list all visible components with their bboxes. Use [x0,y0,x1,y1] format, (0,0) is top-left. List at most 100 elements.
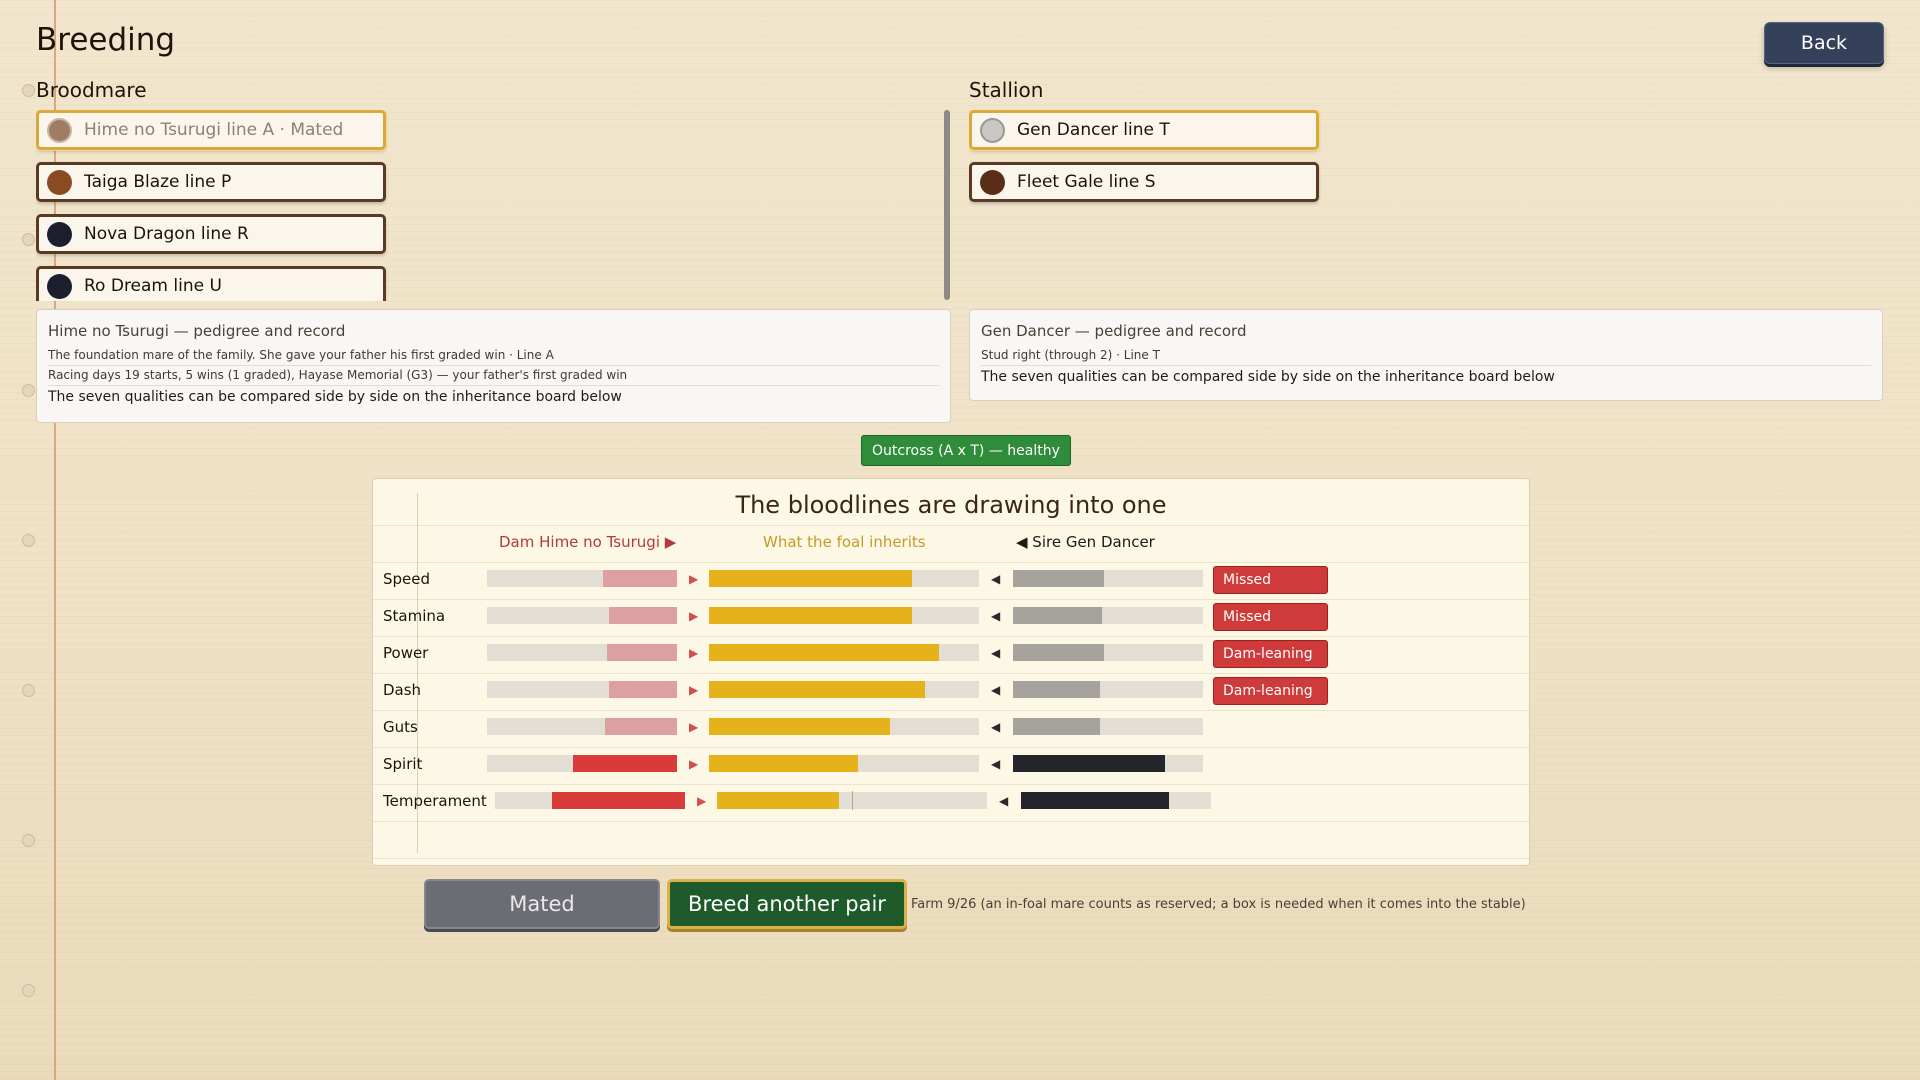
mated-button[interactable]: Mated [424,879,660,929]
broodmare-name: Hime no Tsurugi line A · Mated [84,120,344,140]
foal-stat-bar [709,681,979,698]
dam-pedigree-line: Racing days 19 starts, 5 wins (1 graded)… [48,366,939,386]
outcross-badge: Outcross (A x T) — healthy [861,435,1071,466]
stat-label: Temperament [383,792,487,810]
sire-column-heading: ◀ Sire Gen Dancer [1016,533,1155,551]
arrow-left-icon: ◀ [991,683,1001,697]
arrow-right-icon: ▶ [689,683,699,697]
foal-stat-fill [709,681,925,698]
dam-stat-fill [606,644,677,661]
dam-stat-bar [487,718,677,735]
dam-stat-fill [608,681,677,698]
broodmare-card[interactable]: Nova Dragon line R [36,214,386,254]
sire-stat-bar [1013,718,1203,735]
breed-another-pair-button[interactable]: Breed another pair [667,879,907,929]
arrow-left-icon: ◀ [991,646,1001,660]
inheritance-status-tag: Missed [1213,566,1328,594]
sire-stat-bar [1013,755,1203,772]
stallion-list[interactable]: Gen Dancer line T Fleet Gale line S [969,110,1339,301]
dam-pedigree-line: The foundation mare of the family. She g… [48,346,939,366]
stallion-name: Fleet Gale line S [1017,172,1156,192]
broodmare-scrollbar[interactable] [944,110,950,300]
notebook-hole [22,834,35,847]
dam-stat-fill [572,755,677,772]
sire-stat-fill [1013,570,1105,587]
dam-stat-bar [487,681,677,698]
arrow-right-icon: ▶ [697,794,707,808]
dam-column-heading: Dam Hime no Tsurugi ▶ [499,533,677,551]
sire-stat-bar [1013,607,1203,624]
foal-column-heading: What the foal inherits [763,533,926,551]
stat-label: Speed [383,570,431,588]
stat-row: Dash ▶ ◀ Dam-leaning [383,677,1513,705]
stallion-name: Gen Dancer line T [1017,120,1170,140]
sire-stat-fill [1013,755,1165,772]
arrow-right-icon: ▶ [689,757,699,771]
stat-label: Power [383,644,429,662]
stallion-label: Stallion [969,78,1044,102]
board-title: The bloodlines are drawing into one [735,491,1167,519]
broodmare-label: Broodmare [36,78,147,102]
stat-label: Dash [383,681,422,699]
stallion-card[interactable]: Fleet Gale line S [969,162,1319,202]
sire-pedigree-heading: Gen Dancer — pedigree and record [981,322,1247,340]
notebook-hole [22,984,35,997]
scrollbar-thumb[interactable] [944,110,950,300]
arrow-left-icon: ◀ [991,720,1001,734]
arrow-right-icon: ▶ [689,609,699,623]
notebook-hole [22,384,35,397]
broodmare-name: Ro Dream line U [84,276,222,296]
dam-stat-fill [602,570,677,587]
foal-stat-fill [709,718,890,735]
foal-stat-bar [709,718,979,735]
arrow-left-icon: ◀ [991,757,1001,771]
foal-stat-bar [709,570,979,587]
foal-stat-fill [717,792,839,809]
broodmare-name: Taiga Blaze line P [84,172,232,192]
stat-label: Guts [383,718,418,736]
dam-stat-bar [487,607,677,624]
coat-color-icon [47,273,72,299]
foal-stat-bar [717,791,987,810]
dam-stat-fill [604,718,677,735]
stat-row: Speed ▶ ◀ Missed [383,566,1513,594]
inheritance-board: The bloodlines are drawing into one Dam … [372,478,1530,866]
farm-capacity-note: Farm 9/26 (an in-foal mare counts as res… [911,897,1526,912]
sire-stat-bar [1013,644,1203,661]
coat-color-icon [47,169,72,195]
dam-stat-bar [487,570,677,587]
sire-pedigree-line: Stud right (through 2) · Line T [981,346,1871,366]
dam-pedigree-note: The seven qualities can be compared side… [48,389,622,405]
notebook-hole [22,84,35,97]
sire-stat-bar [1021,792,1211,809]
foal-stat-fill [709,755,858,772]
sire-stat-fill [1013,718,1101,735]
broodmare-card[interactable]: Ro Dream line U [36,266,386,301]
broodmare-card[interactable]: Hime no Tsurugi line A · Mated [36,110,386,150]
broodmare-list[interactable]: Hime no Tsurugi line A · Mated Taiga Bla… [36,110,406,301]
sire-stat-fill [1021,792,1170,809]
stat-row: Guts ▶ ◀ [383,714,1513,738]
sire-pedigree-note: The seven qualities can be compared side… [981,369,1555,385]
dam-stat-bar [487,644,677,661]
sire-pedigree-panel: Gen Dancer — pedigree and record Stud ri… [969,309,1883,401]
back-button[interactable]: Back [1764,22,1884,64]
coat-color-icon [980,169,1005,195]
inheritance-status-tag: Dam-leaning [1213,677,1328,705]
foal-stat-fill [709,570,912,587]
coat-color-icon [47,221,72,247]
stallion-card[interactable]: Gen Dancer line T [969,110,1319,150]
notebook-hole [22,684,35,697]
sire-stat-fill [1013,644,1105,661]
broodmare-name: Nova Dragon line R [84,224,249,244]
broodmare-card[interactable]: Taiga Blaze line P [36,162,386,202]
notebook-hole [22,534,35,547]
foal-stat-fill [709,607,912,624]
foal-stat-bar [709,755,979,772]
foal-stat-bar [709,644,979,661]
inheritance-status-tag: Dam-leaning [1213,640,1328,668]
stat-row: Stamina ▶ ◀ Missed [383,603,1513,631]
page-title: Breeding [36,22,176,58]
inheritance-status-tag: Missed [1213,603,1328,631]
notebook-hole [22,233,35,246]
